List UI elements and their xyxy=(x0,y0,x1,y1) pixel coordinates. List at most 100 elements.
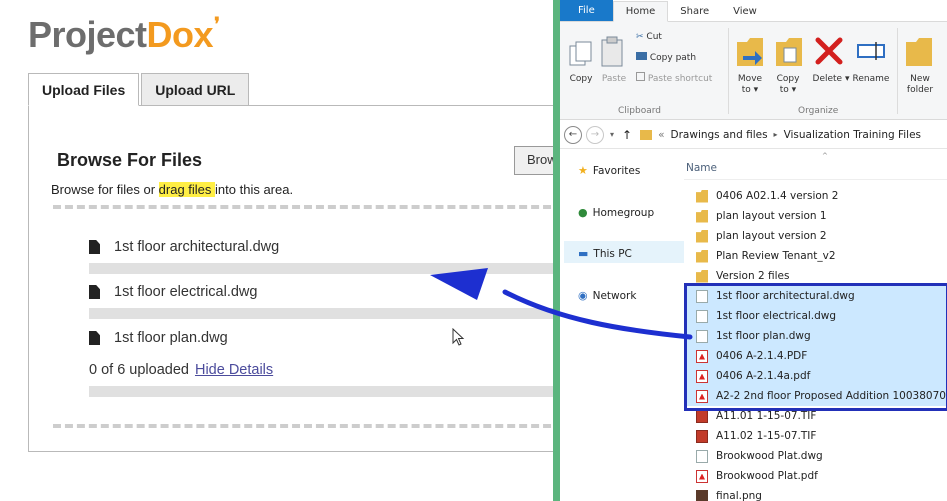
tab-view[interactable]: View xyxy=(721,1,769,21)
recent-dropdown-icon[interactable]: ▾ xyxy=(610,130,614,139)
paste-button[interactable]: Paste xyxy=(598,74,630,85)
drag-files-highlight: drag files xyxy=(158,182,216,197)
network-icon: ◉ xyxy=(578,289,588,302)
copy-path-icon xyxy=(636,52,647,60)
file-list-row[interactable]: Brookwood Plat.pdf xyxy=(684,466,947,486)
move-to-button[interactable]: Move to ▾ xyxy=(734,74,766,96)
file-list-name: Plan Review Tenant_v2 xyxy=(716,250,836,262)
delete-button[interactable]: Delete ▾ xyxy=(812,74,850,85)
document-icon xyxy=(89,285,100,299)
rename-button[interactable]: Rename xyxy=(852,74,890,85)
forward-arrow-icon: → xyxy=(590,129,600,140)
file-list-name: plan layout version 1 xyxy=(716,210,827,222)
nav-network[interactable]: ◉ Network xyxy=(578,289,636,302)
file-explorer-window: File Home Share View Copy Paste ✂ Cut Co… xyxy=(560,0,947,501)
file-list-name: A11.01 1-15-07.TIF xyxy=(716,410,817,422)
file-list-name: Brookwood Plat.dwg xyxy=(716,450,823,462)
copy-button[interactable]: Copy xyxy=(566,74,596,85)
upload-progress-bar xyxy=(89,263,559,274)
ribbon-tabs: File Home Share View xyxy=(560,0,947,22)
file-list-name: Version 2 files xyxy=(716,270,790,282)
hide-details-link[interactable]: Hide Details xyxy=(195,362,273,378)
folder-file-icon xyxy=(696,229,708,243)
upload-file-name: 1st floor plan.dwg xyxy=(114,330,228,346)
up-arrow-icon[interactable]: ↑ xyxy=(622,128,632,142)
paste-icon xyxy=(601,36,623,67)
column-header-name[interactable]: Name ^ xyxy=(684,150,947,180)
tab-upload-url[interactable]: Upload URL xyxy=(141,73,250,106)
folder-file-icon xyxy=(696,249,708,263)
upload-file-name: 1st floor architectural.dwg xyxy=(114,239,280,255)
tab-home[interactable]: Home xyxy=(612,1,669,22)
tab-upload-files[interactable]: Upload Files xyxy=(28,73,140,106)
move-to-icon xyxy=(737,38,763,66)
file-list-row[interactable]: Plan Review Tenant_v2 xyxy=(684,246,947,266)
browse-title: Browse For Files xyxy=(57,150,203,170)
tab-file[interactable]: File xyxy=(560,0,613,21)
file-list-row[interactable]: A11.02 1-15-07.TIF xyxy=(684,426,947,446)
breadcrumb-chevron-icon: ▸ xyxy=(773,130,778,139)
new-folder-icon xyxy=(906,38,932,66)
browse-description: Browse for files or drag files into this… xyxy=(51,182,294,197)
upload-tabs: Upload Files Upload URL xyxy=(28,73,250,106)
logo-mark-icon: ❜ xyxy=(214,14,220,34)
file-list-row[interactable]: 0406 A02.1.4 version 2 xyxy=(684,186,947,206)
paste-shortcut-button[interactable]: Paste shortcut xyxy=(636,72,712,85)
breadcrumb-drawings[interactable]: Drawings and files xyxy=(671,129,768,141)
tab-share[interactable]: Share xyxy=(668,1,721,21)
file-list-row[interactable]: plan layout version 1 xyxy=(684,206,947,226)
navigation-pane: ★ Favorites ● Homegroup ▬ This PC ◉ Network xyxy=(560,150,684,501)
doc-file-icon xyxy=(696,449,708,463)
new-folder-button[interactable]: New folder xyxy=(902,74,938,96)
projectdox-logo: ProjectDox❜ xyxy=(28,14,220,55)
drop-zone[interactable]: Browse For Files Brow Browse for files o… xyxy=(28,105,574,452)
nav-favorites[interactable]: ★ Favorites xyxy=(578,164,640,177)
projectdox-upload-panel: ProjectDox❜ Upload Files Upload URL Brow… xyxy=(0,0,574,501)
group-separator xyxy=(728,28,729,114)
upload-file-row: 1st floor plan.dwg xyxy=(89,330,559,346)
document-icon xyxy=(89,240,100,254)
folder-icon xyxy=(640,129,653,140)
scissors-icon: ✂ xyxy=(636,32,644,42)
pdf-file-icon xyxy=(696,469,708,483)
nav-homegroup[interactable]: ● Homegroup xyxy=(578,206,654,219)
nav-this-pc[interactable]: ▬ This PC xyxy=(578,247,632,260)
file-list-name: Brookwood Plat.pdf xyxy=(716,470,818,482)
upload-file-row: 1st floor architectural.dwg xyxy=(89,239,559,274)
upload-summary-bar xyxy=(89,378,559,397)
shortcut-icon xyxy=(636,72,645,81)
folder-file-icon xyxy=(696,269,708,283)
tif-file-icon xyxy=(696,409,708,423)
copy-to-button[interactable]: Copy to ▾ xyxy=(772,74,804,96)
file-list-row[interactable]: plan layout version 2 xyxy=(684,226,947,246)
copy-to-icon xyxy=(776,38,802,66)
cut-button[interactable]: ✂ Cut xyxy=(636,32,662,43)
selection-outline xyxy=(684,283,947,411)
homegroup-icon: ● xyxy=(578,206,588,219)
organize-group-label: Organize xyxy=(798,106,839,116)
dashed-divider xyxy=(53,205,563,209)
upload-file-row: 1st floor electrical.dwg xyxy=(89,284,559,319)
copy-icon xyxy=(569,41,592,66)
folder-file-icon xyxy=(696,189,708,203)
upload-progress-bar xyxy=(89,308,559,319)
mouse-cursor-icon xyxy=(452,328,465,346)
dashed-divider xyxy=(53,424,563,428)
copy-path-button[interactable]: Copy path xyxy=(636,52,696,64)
breadcrumb-visualization[interactable]: Visualization Training Files xyxy=(784,129,921,141)
delete-icon xyxy=(815,37,843,65)
back-button[interactable]: ← xyxy=(564,125,582,144)
rename-icon xyxy=(857,42,885,60)
star-icon: ★ xyxy=(578,164,588,177)
file-list-name: plan layout version 2 xyxy=(716,230,827,242)
forward-button[interactable]: → xyxy=(586,125,604,144)
file-list-name: A11.02 1-15-07.TIF xyxy=(716,430,817,442)
address-bar: ← → ▾ ↑ « Drawings and files ▸ Visualiza… xyxy=(560,121,947,149)
back-arrow-icon: ← xyxy=(568,129,578,140)
file-list-row[interactable]: Brookwood Plat.dwg xyxy=(684,446,947,466)
file-list-row[interactable]: final.png xyxy=(684,486,947,501)
window-divider xyxy=(553,0,560,501)
ribbon: Copy Paste ✂ Cut Copy path Paste shortcu… xyxy=(560,22,947,120)
computer-icon: ▬ xyxy=(578,247,589,260)
breadcrumb-overflow-icon[interactable]: « xyxy=(658,129,664,141)
